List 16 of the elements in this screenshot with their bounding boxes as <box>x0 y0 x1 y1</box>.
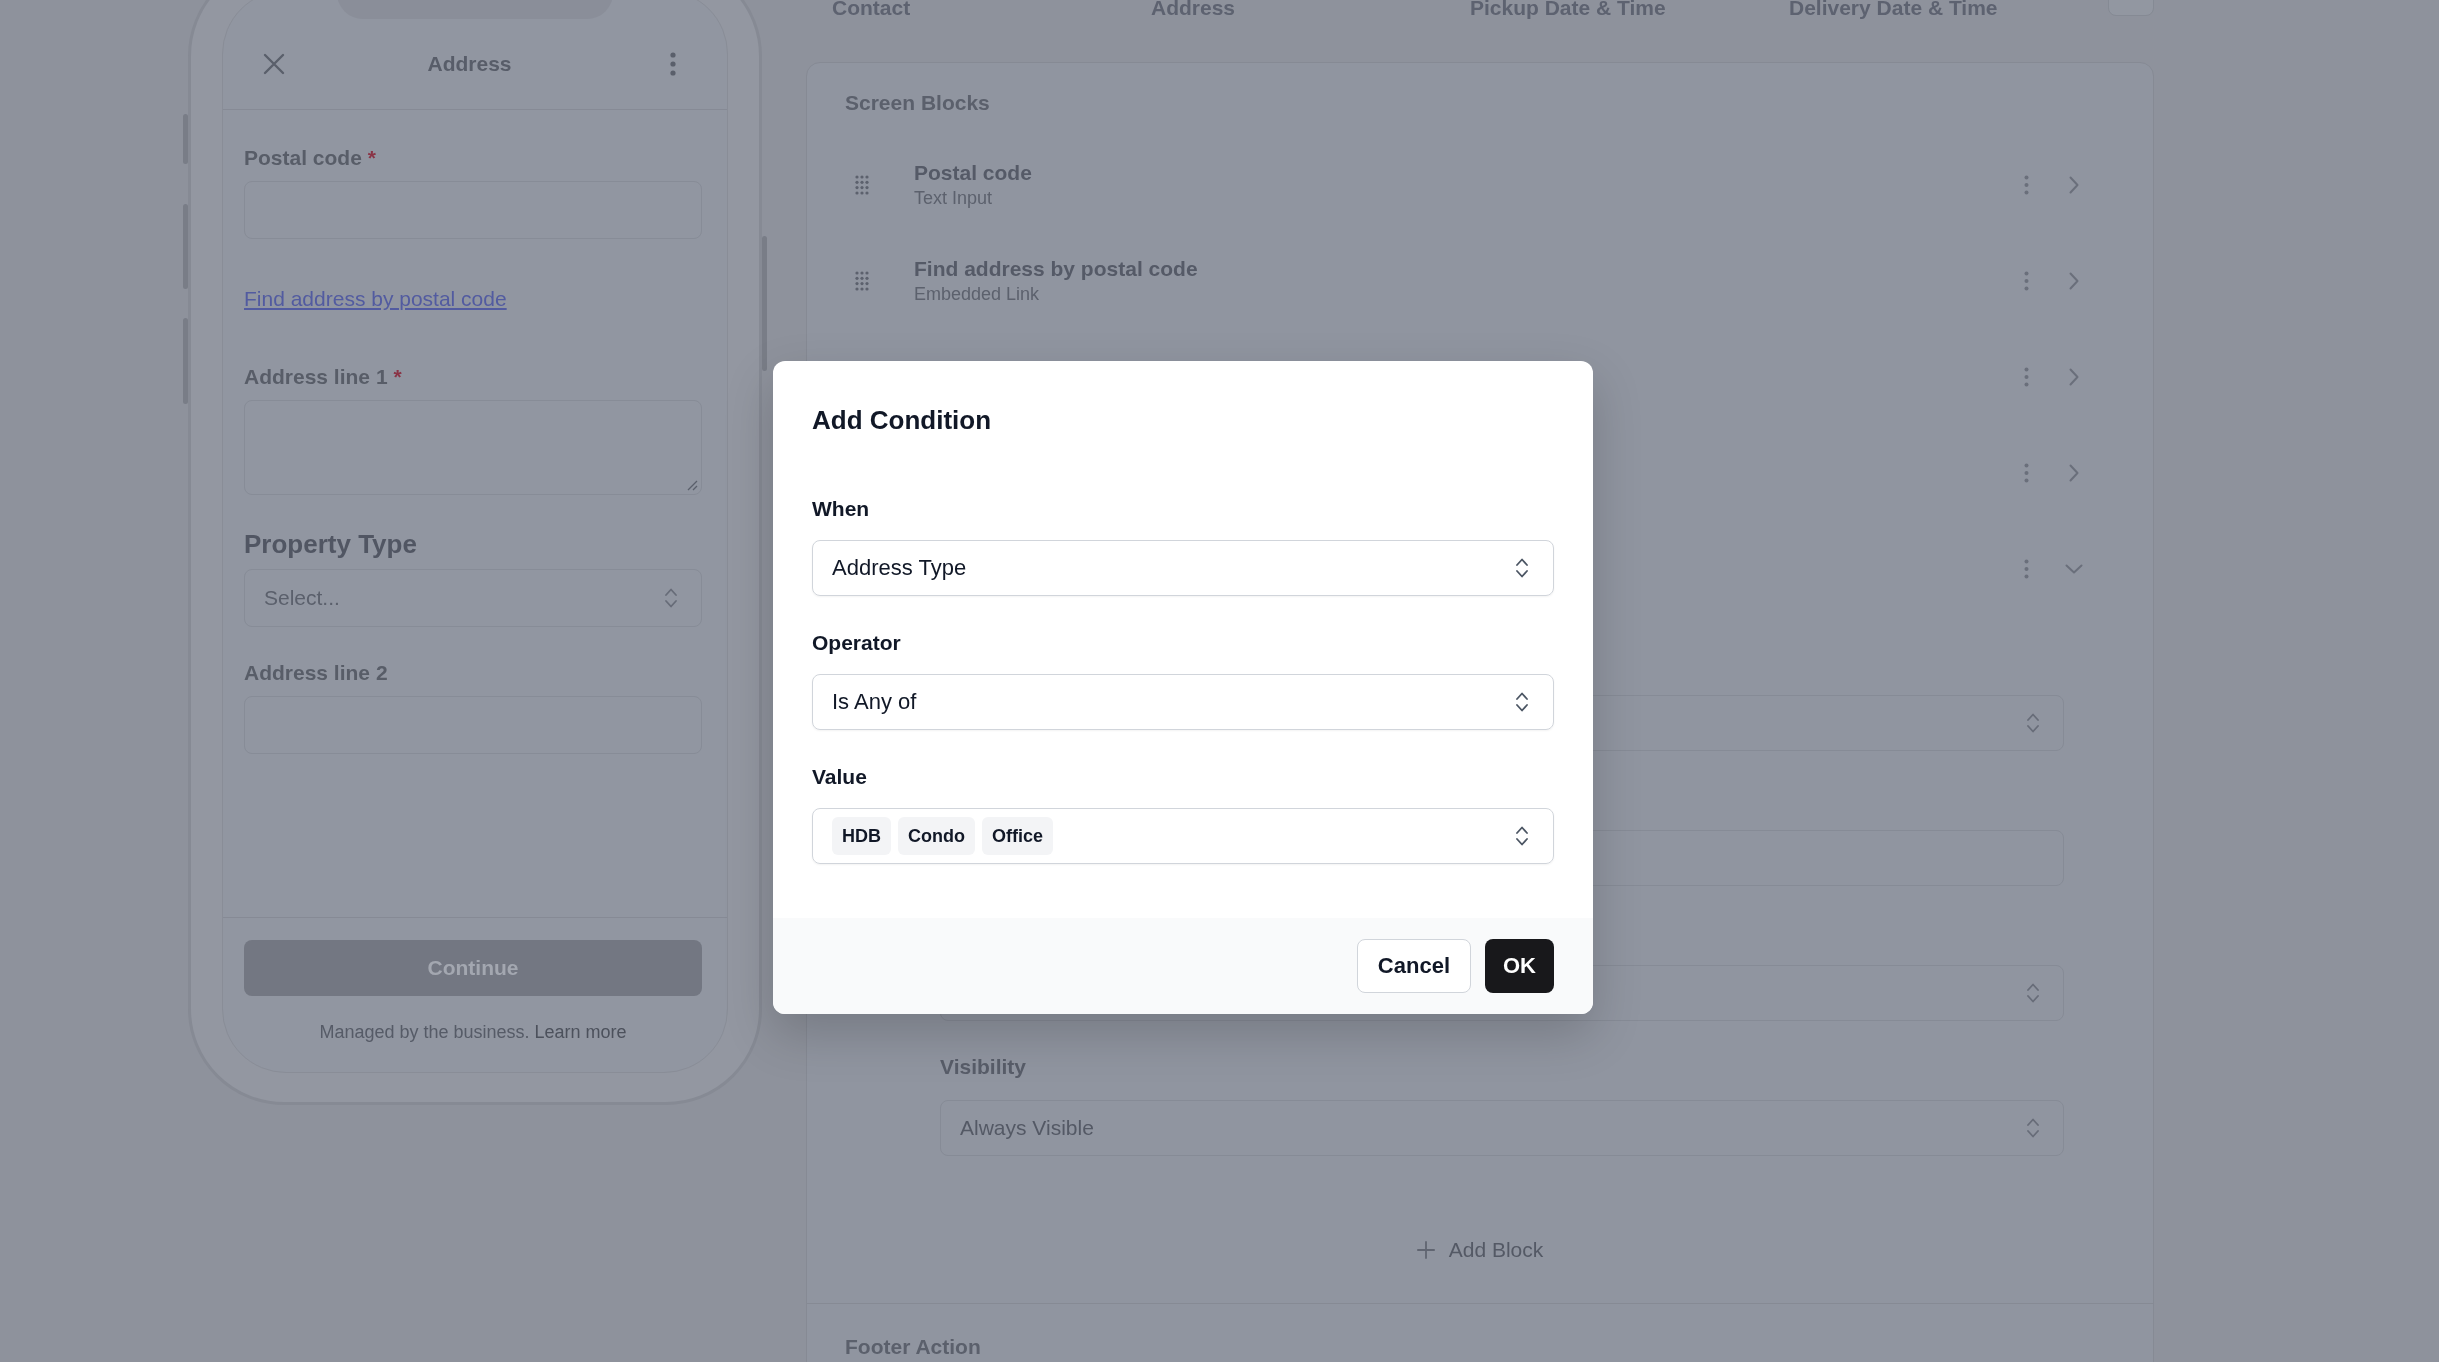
managed-note: Managed by the business. Learn more <box>318 1021 628 1044</box>
block-title: Postal code <box>914 160 1032 186</box>
screen-title: Address <box>427 52 512 76</box>
value-tag: HDB <box>832 817 891 855</box>
value-tag: Condo <box>898 817 975 855</box>
field-label: Postal code * <box>244 145 377 171</box>
value-tag: Office <box>982 817 1053 855</box>
field-label: Address line 1 * <box>244 364 403 390</box>
setting-label: Visibility <box>940 1054 1026 1080</box>
field-label: Address line 2 <box>244 660 389 686</box>
field-label: When <box>812 496 870 522</box>
field-label: Operator <box>812 630 901 656</box>
field-label: Property Type <box>244 528 418 561</box>
block-title: Find address by postal code <box>914 256 1198 282</box>
dialog-title: Add Condition <box>812 404 992 437</box>
field-label: Value <box>812 764 867 790</box>
